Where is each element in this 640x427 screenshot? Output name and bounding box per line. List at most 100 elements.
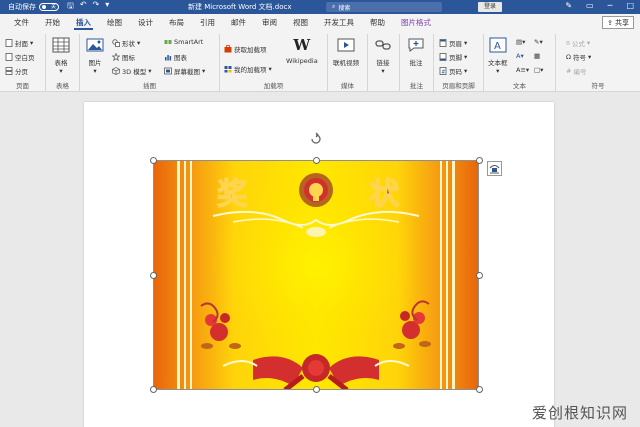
group-pages: 封面 ▾ 空白页 分页 页面 [0, 34, 46, 91]
object-button[interactable]: □▾ [534, 66, 543, 74]
pen-icon[interactable]: ✎ [565, 1, 572, 10]
tab-mailings[interactable]: 邮件 [223, 14, 254, 31]
chart-button[interactable]: 图表 [164, 52, 187, 62]
tab-help[interactable]: 帮助 [362, 14, 393, 31]
3d-models-button[interactable]: 3D 模型 ▾ [112, 66, 151, 76]
footer-icon [439, 53, 447, 61]
table-button[interactable]: 表格 ▾ [52, 36, 70, 75]
resize-handle-bottom-right[interactable] [476, 386, 483, 393]
ribbon-display-icon[interactable]: ▭ [586, 1, 594, 10]
resize-handle-top[interactable] [313, 157, 320, 164]
wordart-button[interactable]: A▾ [516, 52, 524, 60]
rotate-handle-icon[interactable] [309, 132, 323, 146]
blank-page-icon [5, 53, 13, 61]
picture-label: 图片 [88, 59, 102, 67]
shapes-button[interactable]: 形状 ▾ [112, 38, 140, 48]
tab-developer[interactable]: 开发工具 [316, 14, 362, 31]
resize-handle-bottom-left[interactable] [150, 386, 157, 393]
footer-label: 页脚 [449, 54, 462, 62]
icons-button[interactable]: 图标 [112, 52, 135, 62]
minimize-icon[interactable]: ─ [608, 1, 613, 10]
online-video-button[interactable]: 联机视频 [333, 36, 359, 67]
group-illustrations: 图片 ▾ 形状 ▾ 图标 3D 模型 ▾ SmartArt 图表 屏幕截图 ▾ 插图 [80, 34, 220, 91]
tab-view[interactable]: 视图 [285, 14, 316, 31]
date-time-icon: ▦ [534, 52, 541, 60]
textbox-button[interactable]: A 文本框 ▾ [488, 36, 508, 75]
title-bar: 自动保存 关 🖫 ↶ ↷ ▾ 新建 Microsoft Word 文档.docx… [0, 0, 640, 14]
get-addins-button[interactable]: 获取加载项 [224, 44, 267, 54]
symbol-button[interactable]: Ω 符号 ▾ [566, 52, 591, 62]
resize-handle-right[interactable] [476, 272, 483, 279]
number-label: 编号 [573, 68, 587, 76]
group-label-symbols: 符号 [591, 82, 605, 90]
cover-page-button[interactable]: 封面 ▾ [5, 38, 33, 48]
certificate-artwork: 奖 状 [153, 160, 479, 390]
smartart-button[interactable]: SmartArt [164, 38, 203, 46]
textbox-icon: A [489, 36, 507, 54]
wikipedia-button[interactable]: W Wikipedia [286, 36, 318, 65]
resize-handle-bottom[interactable] [313, 386, 320, 393]
cover-page-icon [5, 39, 13, 47]
icons-icon [112, 53, 120, 61]
resize-handle-top-right[interactable] [476, 157, 483, 164]
tab-home[interactable]: 开始 [37, 14, 68, 31]
tab-layout[interactable]: 布局 [161, 14, 192, 31]
undo-icon[interactable]: ↶ [80, 0, 87, 14]
omega-icon: Ω [566, 53, 571, 61]
autosave-toggle[interactable]: 关 [39, 3, 59, 11]
link-label: 链接 [376, 59, 390, 67]
header-button[interactable]: 页眉 ▾ [439, 38, 467, 48]
group-label-illustrations: 插图 [143, 82, 156, 90]
date-time-button[interactable]: ▦ [534, 52, 540, 60]
tab-draw[interactable]: 绘图 [99, 14, 130, 31]
equation-button[interactable]: π 公式 ▾ [566, 38, 590, 48]
number-button[interactable]: # 编号 [566, 66, 586, 76]
share-button[interactable]: ⇪ 共享 [602, 16, 634, 29]
comment-button[interactable]: 批注 [407, 36, 425, 67]
search-box[interactable]: ⌕ 搜索 [326, 2, 442, 12]
header-label: 页眉 [449, 40, 462, 48]
resize-handle-top-left[interactable] [150, 157, 157, 164]
certificate-image[interactable]: 奖 状 [153, 160, 479, 390]
resize-handle-left[interactable] [150, 272, 157, 279]
my-addins-button[interactable]: 我的加载项 ▾ [224, 64, 272, 74]
save-icon[interactable]: 🖫 [67, 0, 74, 14]
link-button[interactable]: 链接 ▾ [374, 36, 392, 75]
signature-line-button[interactable]: ✎▾ [534, 38, 543, 46]
page-break-button[interactable]: 分页 [5, 66, 28, 76]
symbol-label: 符号 [572, 54, 586, 62]
group-label-comments: 批注 [410, 82, 423, 90]
group-label-media: 媒体 [341, 82, 354, 90]
picture-button[interactable]: 图片 ▾ [86, 36, 104, 75]
maximize-icon[interactable]: □ [626, 1, 634, 10]
blank-page-button[interactable]: 空白页 [5, 52, 35, 62]
tab-design[interactable]: 设计 [130, 14, 161, 31]
login-button[interactable]: 登录 [478, 2, 502, 12]
quick-parts-icon: ▤▾ [516, 38, 526, 46]
page-number-icon: # [439, 67, 447, 75]
group-links: 链接 ▾ [368, 34, 400, 91]
customize-qat-icon[interactable]: ▾ [105, 0, 109, 14]
footer-button[interactable]: 页脚 ▾ [439, 52, 467, 62]
tab-file[interactable]: 文件 [6, 14, 37, 31]
tab-picture-format[interactable]: 图片格式 [393, 14, 439, 31]
tab-review[interactable]: 审阅 [254, 14, 285, 31]
redo-icon[interactable]: ↷ [93, 0, 100, 14]
tab-references[interactable]: 引用 [192, 14, 223, 31]
quick-access-toolbar: 🖫 ↶ ↷ ▾ [67, 0, 109, 14]
layout-options-button[interactable] [487, 161, 502, 176]
screenshot-button[interactable]: 屏幕截图 ▾ [164, 66, 205, 76]
smartart-label: SmartArt [174, 38, 204, 46]
my-addins-label: 我的加载项 [234, 66, 267, 74]
page-number-button[interactable]: # 页码 ▾ [439, 66, 467, 76]
screenshot-label: 屏幕截图 [174, 68, 200, 76]
autosave[interactable]: 自动保存 关 [8, 2, 59, 12]
comment-label: 批注 [409, 59, 423, 67]
group-addins: 获取加载项 我的加载项 ▾ W Wikipedia 加载项 [220, 34, 328, 91]
ribbon-tabs: 文件 开始 插入 绘图 设计 布局 引用 邮件 审阅 视图 开发工具 帮助 图片… [0, 14, 640, 31]
tab-insert[interactable]: 插入 [68, 14, 99, 31]
wikipedia-label: Wikipedia [286, 57, 318, 65]
pi-icon: π [566, 39, 570, 47]
drop-cap-button[interactable]: A≡▾ [516, 66, 529, 74]
quick-parts-button[interactable]: ▤▾ [516, 38, 525, 46]
